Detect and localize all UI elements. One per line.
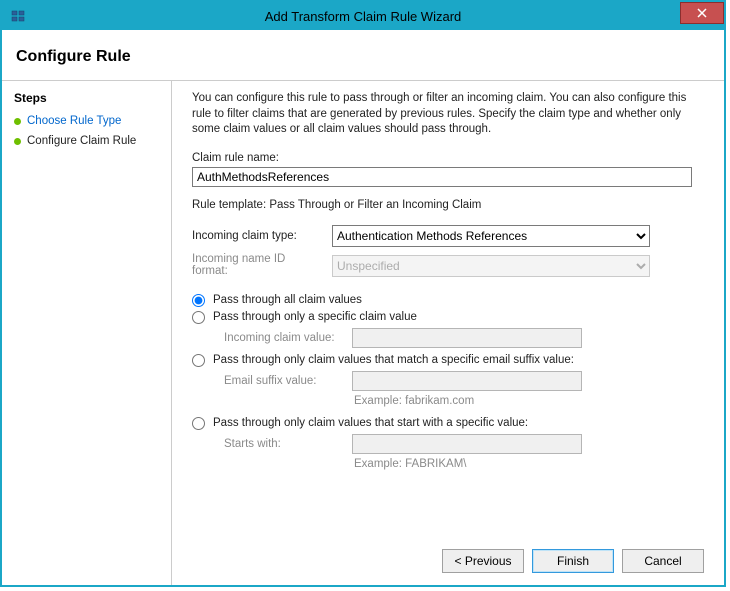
titlebar: Add Transform Claim Rule Wizard bbox=[2, 2, 724, 30]
radio-pass-starts-input[interactable] bbox=[192, 417, 205, 430]
starts-with-label: Starts with: bbox=[224, 438, 344, 450]
incoming-claim-value-input bbox=[352, 328, 582, 348]
page-title: Configure Rule bbox=[16, 48, 710, 66]
bullet-icon bbox=[14, 138, 21, 145]
sidebar: Steps Choose Rule Type Configure Claim R… bbox=[2, 81, 172, 585]
finish-button[interactable]: Finish bbox=[532, 549, 614, 573]
cancel-button[interactable]: Cancel bbox=[622, 549, 704, 573]
wizard-window: Add Transform Claim Rule Wizard Configur… bbox=[0, 0, 726, 587]
radio-pass-all-label: Pass through all claim values bbox=[213, 294, 362, 306]
radio-pass-all-input[interactable] bbox=[192, 294, 205, 307]
radio-pass-email-label: Pass through only claim values that matc… bbox=[213, 354, 574, 366]
header: Configure Rule bbox=[2, 30, 724, 81]
incoming-claim-type-select[interactable]: Authentication Methods References bbox=[332, 225, 650, 247]
app-icon bbox=[10, 8, 26, 24]
radio-pass-specific-input[interactable] bbox=[192, 311, 205, 324]
footer-buttons: < Previous Finish Cancel bbox=[192, 541, 704, 573]
email-suffix-label: Email suffix value: bbox=[224, 375, 344, 387]
step-label: Configure Claim Rule bbox=[27, 135, 136, 147]
incoming-name-id-label: Incoming name ID format: bbox=[192, 253, 322, 277]
radio-pass-email[interactable]: Pass through only claim values that matc… bbox=[192, 354, 704, 367]
radio-pass-all[interactable]: Pass through all claim values bbox=[192, 294, 704, 307]
email-suffix-hint: Example: fabrikam.com bbox=[354, 395, 704, 407]
incoming-claim-value-label: Incoming claim value: bbox=[224, 332, 344, 344]
starts-with-hint: Example: FABRIKAM\ bbox=[354, 458, 704, 470]
claim-rule-name-label: Claim rule name: bbox=[192, 152, 704, 164]
radio-pass-email-input[interactable] bbox=[192, 354, 205, 367]
radio-pass-starts-label: Pass through only claim values that star… bbox=[213, 417, 528, 429]
close-button[interactable] bbox=[680, 2, 724, 24]
step-label: Choose Rule Type bbox=[27, 115, 121, 127]
rule-template-text: Rule template: Pass Through or Filter an… bbox=[192, 199, 704, 211]
claim-rule-name-input[interactable] bbox=[192, 167, 692, 187]
sidebar-title: Steps bbox=[14, 91, 159, 105]
radio-group: Pass through all claim values Pass throu… bbox=[192, 294, 704, 480]
radio-pass-specific-label: Pass through only a specific claim value bbox=[213, 311, 417, 323]
body: Steps Choose Rule Type Configure Claim R… bbox=[2, 81, 724, 585]
radio-pass-starts[interactable]: Pass through only claim values that star… bbox=[192, 417, 704, 430]
step-choose-rule-type[interactable]: Choose Rule Type bbox=[14, 115, 159, 127]
incoming-claim-type-label: Incoming claim type: bbox=[192, 230, 322, 242]
main-panel: You can configure this rule to pass thro… bbox=[172, 81, 724, 585]
radio-pass-specific[interactable]: Pass through only a specific claim value bbox=[192, 311, 704, 324]
incoming-name-id-select: Unspecified bbox=[332, 255, 650, 277]
starts-with-input bbox=[352, 434, 582, 454]
previous-button[interactable]: < Previous bbox=[442, 549, 524, 573]
email-suffix-input bbox=[352, 371, 582, 391]
window-title: Add Transform Claim Rule Wizard bbox=[2, 9, 724, 24]
description-text: You can configure this rule to pass thro… bbox=[192, 91, 704, 138]
close-icon bbox=[697, 8, 707, 18]
bullet-icon bbox=[14, 118, 21, 125]
step-configure-claim-rule[interactable]: Configure Claim Rule bbox=[14, 135, 159, 147]
